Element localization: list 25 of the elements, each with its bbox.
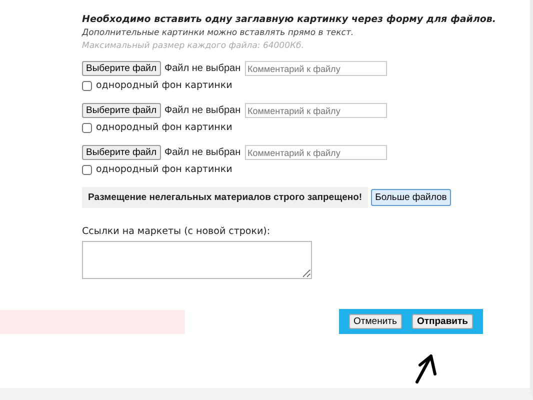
more-files-button[interactable]: Больше файлов: [371, 189, 451, 206]
links-label: Ссылки на маркеты (с новой строки):: [82, 226, 272, 237]
submit-button[interactable]: Отправить: [412, 314, 473, 329]
choose-file-button[interactable]: Выберите файл: [82, 61, 160, 76]
checkbox-label: однородный фон картинки: [96, 122, 232, 133]
checkbox-label: однородный фон картинки: [96, 164, 232, 175]
arrow-drawing: [413, 352, 439, 384]
comment-field[interactable]: Комментарий к файлу: [244, 103, 386, 118]
choose-file-button[interactable]: Выберите файл: [82, 145, 160, 160]
file-status: Файл не выбран: [164, 147, 242, 158]
links-field[interactable]: [82, 241, 312, 279]
file-status: Файл не выбран: [164, 63, 242, 74]
cancel-button[interactable]: Отменить: [348, 314, 402, 329]
comment-field[interactable]: Комментарий к файлу: [244, 145, 386, 160]
size-limit-text: Максимальный размер каждого файла: 64000Кб.: [82, 41, 305, 51]
file-status: Файл не выбран: [164, 105, 242, 116]
choose-file-button[interactable]: Выберите файл: [82, 103, 160, 118]
warning-banner: Размещение нелегальных материалов строго запрещено!: [82, 187, 368, 208]
notice-hint: Дополнительные картинки можно вставлять прямо в текст.: [82, 28, 355, 38]
checkbox-label: однородный фон картинки: [96, 80, 232, 91]
comment-field[interactable]: Комментарий к файлу: [244, 61, 386, 76]
checkbox[interactable]: [82, 80, 92, 90]
notice-heading: Необходимо вставить одну заглавную картинку через форму для файлов.: [82, 14, 498, 25]
checkbox[interactable]: [82, 122, 92, 132]
checkbox[interactable]: [82, 164, 92, 174]
